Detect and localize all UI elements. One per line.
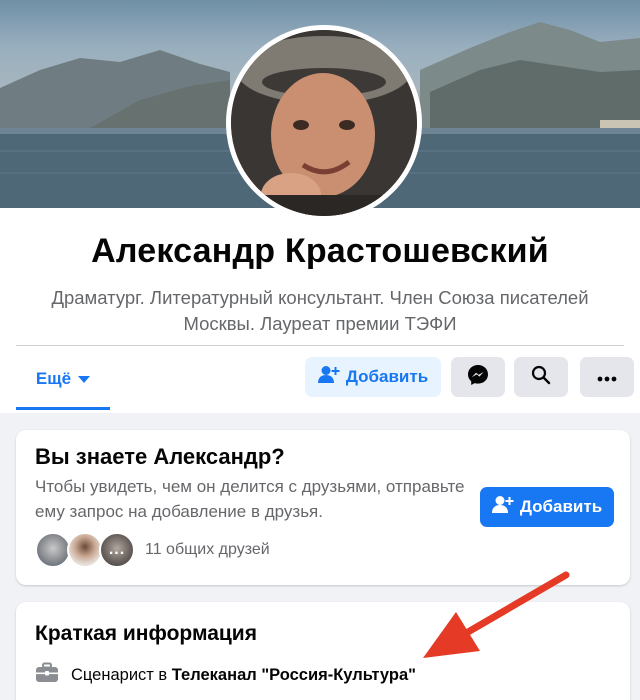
work-info-row: Сценарист в Телеканал "Россия-Культура": [35, 662, 416, 689]
know-card-text: Чтобы увидеть, чем он делится с друзьями…: [35, 477, 465, 521]
mutual-friends-count[interactable]: 11 общих друзей: [145, 541, 270, 559]
ellipsis-icon: [597, 367, 617, 387]
add-friend-card-label: Добавить: [519, 497, 603, 516]
add-friend-icon: [317, 365, 340, 390]
caret-down-icon: [78, 376, 91, 383]
tab-more[interactable]: Ещё: [16, 350, 110, 410]
section-divider: [16, 345, 624, 346]
intro-card: Краткая информация Сценарист в Телеканал…: [16, 602, 630, 700]
mutual-friend-avatar[interactable]: [67, 532, 103, 568]
work-prefix: Сценарист в: [71, 666, 168, 684]
profile-avatar[interactable]: [226, 25, 422, 221]
search-button[interactable]: [514, 357, 568, 397]
messenger-icon: [467, 364, 489, 391]
briefcase-icon: [35, 662, 59, 689]
profile-name: Александр Крастошевский: [91, 232, 549, 270]
work-place-link[interactable]: Телеканал "Россия-Культура": [172, 666, 416, 684]
know-card-title: Вы знаете Александр?: [35, 444, 285, 469]
messenger-button[interactable]: [451, 357, 505, 397]
mutual-friends[interactable]: ... 11 общих друзей: [35, 532, 270, 568]
mutual-friend-avatar-more[interactable]: ...: [99, 532, 135, 568]
tab-more-label: Ещё: [35, 368, 72, 388]
add-friend-label: Добавить: [345, 367, 429, 386]
more-friends-indicator: ...: [108, 541, 126, 558]
profile-bio: Драматург. Литературный консультант. Чле…: [51, 287, 589, 334]
intro-card-title: Краткая информация: [35, 622, 257, 645]
know-person-card: Вы знаете Александр? Чтобы увидеть, чем …: [16, 430, 630, 585]
add-friend-button[interactable]: Добавить: [305, 357, 441, 397]
add-friend-icon: [491, 495, 514, 520]
more-options-button[interactable]: [580, 357, 634, 397]
mutual-friend-avatar[interactable]: [35, 532, 71, 568]
search-icon: [531, 365, 551, 390]
add-friend-card-button[interactable]: Добавить: [480, 487, 614, 527]
